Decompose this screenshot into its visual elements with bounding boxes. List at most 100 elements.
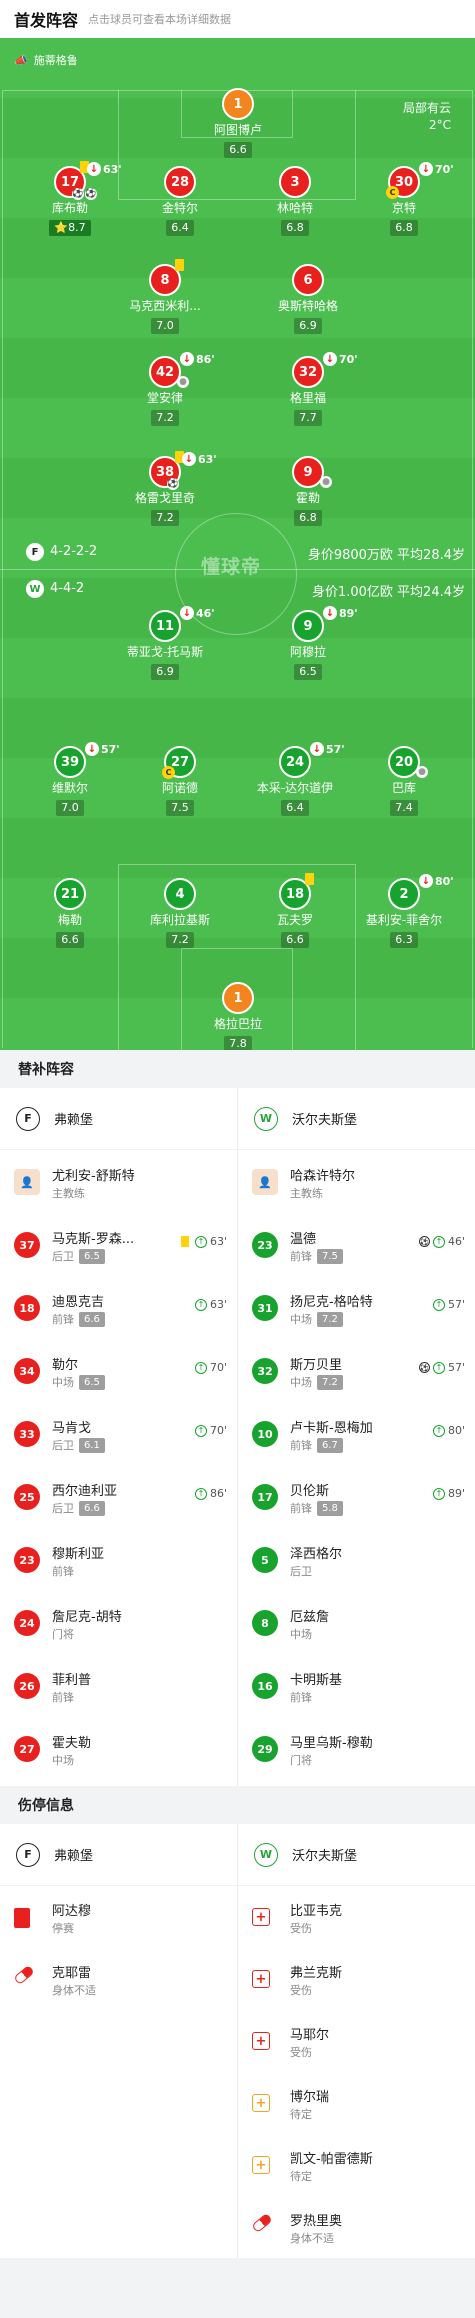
boot-icon: ● bbox=[416, 766, 428, 778]
away-player[interactable]: 2 ↓ 80' 基利安-菲舍尔 6.3 bbox=[356, 874, 454, 948]
freiburg-logo-icon: F bbox=[26, 543, 44, 561]
sub-row[interactable]: 27 霍夫勒 中场 bbox=[0, 1717, 237, 1780]
home-player[interactable]: 32 ↓ 70' 格里福 7.7 bbox=[260, 352, 358, 426]
coach-avatar: 👤 bbox=[252, 1169, 278, 1195]
sub-row[interactable]: 33 马肯戈 后卫 6.1 ↑ 70' bbox=[0, 1402, 237, 1465]
medical-plus-icon: + bbox=[252, 2156, 270, 2174]
sub-row[interactable]: 17 贝伦斯 前锋 5.8 ↑ 89' bbox=[238, 1465, 475, 1528]
sub-row[interactable]: 26 菲利普 前锋 bbox=[0, 1654, 237, 1717]
injury-row[interactable]: 罗热里奥 身体不适 bbox=[238, 2196, 475, 2258]
injuries-panel: F 弗赖堡 阿达穆 停赛 克耶雷 身体不适 W 沃尔夫斯堡 + 比亚韦克 受伤 + 弗兰克斯受… bbox=[0, 1824, 475, 2258]
sub-in-icon: ↑ bbox=[194, 1487, 207, 1500]
away-player[interactable]: 9 ↓ 89' 阿穆拉 6.5 bbox=[260, 606, 358, 680]
medical-cross-icon: + bbox=[252, 1970, 270, 1988]
home-player[interactable]: 8 马克西米利... 7.0 bbox=[117, 259, 213, 334]
away-player[interactable]: 4 库利拉基斯 7.2 bbox=[132, 878, 228, 948]
subs-panel: F 弗赖堡 👤 尤利安-舒斯特 主教练 37 马克斯-罗森... 后卫 6.5 ↑ 63' 18… bbox=[0, 1088, 475, 1786]
whistle-icon: 📣 bbox=[14, 53, 28, 67]
home-player[interactable]: 38 ↓ 63' ⚽ 格雷戈里奇 7.2 bbox=[117, 451, 217, 526]
home-injuries-column: F 弗赖堡 阿达穆 停赛 克耶雷 身体不适 bbox=[0, 1824, 237, 2010]
sub-row[interactable]: 23 温德 前锋 7.5 ⚽ ↑ 46' bbox=[238, 1213, 475, 1276]
home-coach[interactable]: 👤 尤利安-舒斯特 主教练 bbox=[0, 1150, 237, 1213]
freiburg-logo-icon: F bbox=[16, 1106, 40, 1131]
sub-out-icon: ↓ bbox=[182, 452, 196, 466]
home-player[interactable]: 9 ● 霍勒 6.8 bbox=[260, 456, 356, 526]
sub-out-icon: ↓ bbox=[419, 874, 433, 888]
home-player[interactable]: 28 金特尔 6.4 bbox=[132, 166, 228, 236]
pill-icon bbox=[13, 1964, 35, 1986]
away-player[interactable]: 21 梅勒 6.6 bbox=[22, 878, 118, 948]
pill-icon bbox=[251, 2212, 273, 2234]
goal-ball-icon: ⚽ bbox=[72, 188, 84, 200]
sub-out-icon: ↓ bbox=[323, 352, 337, 366]
home-player[interactable]: 6 奥斯特哈格 6.9 bbox=[260, 264, 356, 334]
home-team-header: F 弗赖堡 bbox=[0, 1088, 237, 1150]
sub-out-icon: ↓ bbox=[87, 162, 101, 176]
yellow-card-icon bbox=[305, 873, 314, 885]
sub-out-icon: ↓ bbox=[180, 606, 194, 620]
goal-ball-icon: ⚽ bbox=[167, 478, 179, 490]
sub-row[interactable]: 18 迪恩克吉 前锋 6.6 ↑ 63' bbox=[0, 1276, 237, 1339]
home-team-value: 身价9800万欧 平均28.4岁 bbox=[307, 548, 465, 563]
sub-row[interactable]: 37 马克斯-罗森... 后卫 6.5 ↑ 63' bbox=[0, 1213, 237, 1276]
sponsor-label: 📣 施蒂格鲁 bbox=[14, 53, 78, 68]
sub-row[interactable]: 23 穆斯利亚 前锋 bbox=[0, 1528, 237, 1591]
captain-icon: C bbox=[162, 766, 175, 779]
coach-avatar: 👤 bbox=[14, 1169, 40, 1195]
sub-in-icon: ↑ bbox=[432, 1298, 445, 1311]
medical-plus-icon: + bbox=[252, 2094, 270, 2112]
away-player[interactable]: 11 ↓ 46' 蒂亚戈-托马斯 6.9 bbox=[117, 606, 215, 680]
away-player[interactable]: 24 ↓ 57' 本采-达尔道伊 6.4 bbox=[247, 742, 345, 816]
injury-row[interactable]: + 弗兰克斯 受伤 bbox=[238, 1948, 475, 2010]
sub-in-icon: ↑ bbox=[432, 1487, 445, 1500]
away-formation-row: W 4-4-2 身价1.00亿欧 平均24.4岁 bbox=[0, 579, 475, 601]
sub-row[interactable]: 10 卢卡斯-恩梅加 前锋 6.7 ↑ 80' bbox=[238, 1402, 475, 1465]
wolfsburg-logo-icon: W bbox=[254, 1106, 278, 1131]
injury-row[interactable]: 克耶雷 身体不适 bbox=[0, 1948, 237, 2010]
injury-row[interactable]: + 博尔瑞 待定 bbox=[238, 2072, 475, 2134]
medical-cross-icon: + bbox=[252, 2032, 270, 2050]
sub-row[interactable]: 5 泽西格尔 后卫 bbox=[238, 1528, 475, 1591]
sub-row[interactable]: 25 西尔迪利亚 后卫 6.6 ↑ 86' bbox=[0, 1465, 237, 1528]
away-player[interactable]: 39 ↓ 57' 维默尔 7.0 bbox=[22, 742, 120, 816]
injury-row[interactable]: + 马耶尔 受伤 bbox=[238, 2010, 475, 2072]
pitch: 📣 施蒂格鲁 局部有云 2°C 懂球帝 F 4-2-2-2 身价9800万欧 平… bbox=[0, 38, 475, 1050]
home-player[interactable]: 42 ↓ 86' ● 堂安律 7.2 bbox=[117, 352, 215, 426]
injury-row[interactable]: + 比亚韦克 受伤 bbox=[238, 1886, 475, 1948]
away-player[interactable]: 1 格拉巴拉 7.8 bbox=[190, 982, 286, 1050]
boot-icon: ● bbox=[320, 476, 332, 488]
sub-in-icon: ↑ bbox=[194, 1361, 207, 1374]
away-player[interactable]: 18 瓦夫罗 6.6 bbox=[247, 873, 343, 948]
away-formation: 4-4-2 bbox=[50, 581, 85, 596]
sub-row[interactable]: 31 扬尼克-格哈特 中场 7.2 ↑ 57' bbox=[238, 1276, 475, 1339]
sub-out-icon: ↓ bbox=[419, 162, 433, 176]
wolfsburg-logo-icon: W bbox=[26, 580, 44, 598]
sub-row[interactable]: 24 詹尼克-胡特 门将 bbox=[0, 1591, 237, 1654]
home-player[interactable]: 17 ↓ 63' ⚽ ⚽ 库布勒 ⭐8.7 bbox=[22, 161, 122, 236]
sub-out-icon: ↓ bbox=[85, 742, 99, 756]
away-team-value: 身价1.00亿欧 平均24.4岁 bbox=[311, 585, 465, 600]
away-player[interactable]: 20 ● 巴库 7.4 bbox=[356, 746, 452, 816]
sub-in-icon: ↑ bbox=[194, 1298, 207, 1311]
red-card-icon bbox=[14, 1908, 30, 1928]
away-player[interactable]: 27 C 阿诺德 7.5 bbox=[132, 746, 228, 816]
injury-row[interactable]: + 凯文-帕雷德斯 待定 bbox=[238, 2134, 475, 2196]
away-coach[interactable]: 👤 哈森许特尔 主教练 bbox=[238, 1150, 475, 1213]
away-subs-column: W 沃尔夫斯堡 👤 哈森许特尔 主教练 23 温德 前锋 7.5 ⚽ ↑ 46' 31 扬尼克-格哈… bbox=[238, 1088, 475, 1780]
injuries-section-title: 伤停信息 bbox=[0, 1786, 475, 1824]
sub-row[interactable]: 34 勒尔 中场 6.5 ↑ 70' bbox=[0, 1339, 237, 1402]
home-player[interactable]: 3 林哈特 6.8 bbox=[247, 166, 343, 236]
sub-row[interactable]: 32 斯万贝里 中场 7.2 ⚽ ↑ 57' bbox=[238, 1339, 475, 1402]
sub-out-icon: ↓ bbox=[310, 742, 324, 756]
home-player[interactable]: 1 阿图博卢 6.6 bbox=[190, 88, 286, 158]
sub-in-icon: ↑ bbox=[194, 1235, 207, 1248]
weather-info: 局部有云 2°C bbox=[402, 101, 451, 132]
away-injuries-column: W 沃尔夫斯堡 + 比亚韦克 受伤 + 弗兰克斯 受伤 + 马耶尔 受伤 + 博尔瑞 待定 + 凯文… bbox=[238, 1824, 475, 2258]
sub-row[interactable]: 8 厄兹詹 中场 bbox=[238, 1591, 475, 1654]
sub-row[interactable]: 16 卡明斯基 前锋 bbox=[238, 1654, 475, 1717]
injury-row[interactable]: 阿达穆 停赛 bbox=[0, 1886, 237, 1948]
boot-icon: ● bbox=[177, 376, 189, 388]
home-player[interactable]: 30 ↓ 70' C 京特 6.8 bbox=[356, 162, 454, 236]
sub-in-icon: ↑ bbox=[194, 1424, 207, 1437]
sub-row[interactable]: 29 马里乌斯-穆勒 门将 bbox=[238, 1717, 475, 1780]
